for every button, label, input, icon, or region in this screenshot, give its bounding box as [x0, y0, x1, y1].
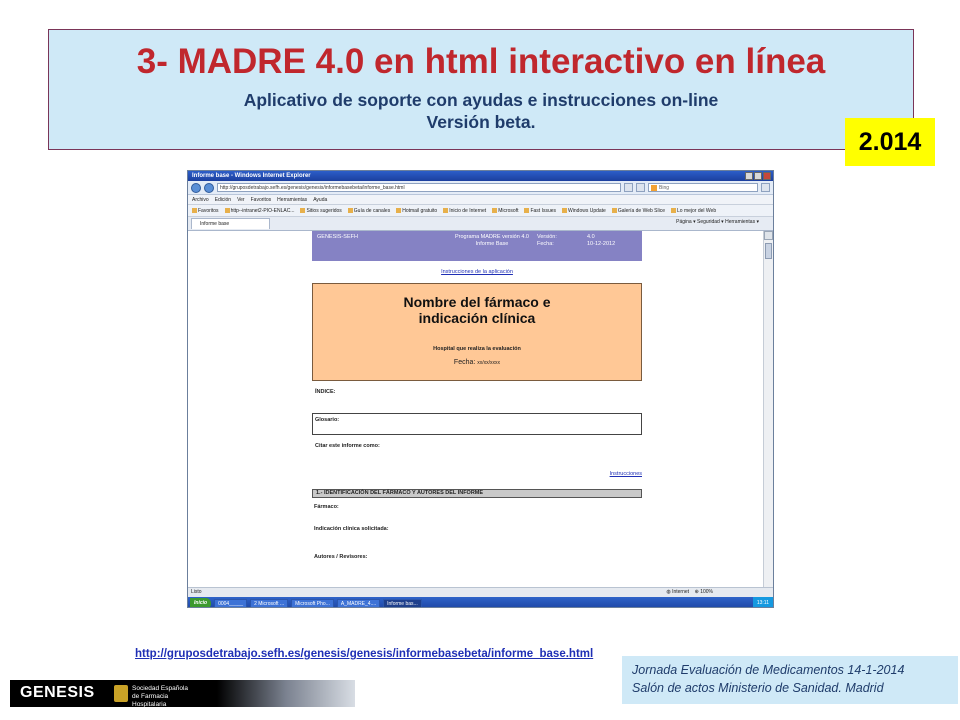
- fav-link[interactable]: Sitios sugeridos: [300, 205, 341, 216]
- fav-link[interactable]: Inicio de Internet: [443, 205, 486, 216]
- menu-edicion[interactable]: Edición: [215, 195, 231, 204]
- date-value: 10-12-2012: [587, 241, 616, 247]
- section-1-header: 1.- IDENTIFICACIÓN DEL FÁRMACO Y AUTORES…: [312, 489, 642, 498]
- search-input[interactable]: Bing: [648, 183, 758, 192]
- favorites-button[interactable]: Favoritos: [192, 205, 219, 216]
- menu-ver[interactable]: Ver: [237, 195, 245, 204]
- taskbar-item[interactable]: 2 Microsoft ...: [250, 598, 289, 607]
- page-content: GENESIS-SEFH Programa MADRE versión 4.0 …: [188, 231, 765, 597]
- zoom-level[interactable]: 100%: [700, 589, 713, 595]
- taskbar-item-active[interactable]: Informe bas...: [383, 598, 422, 607]
- fav-link[interactable]: Hotmail gratuito: [396, 205, 437, 216]
- menu-herramientas[interactable]: Herramientas: [277, 195, 307, 204]
- taskbar-clock: 13:11: [752, 597, 773, 607]
- cover-date-value: xx/xx/xxxx: [477, 360, 501, 366]
- report-org: GENESIS-SEFH: [317, 234, 358, 240]
- version-label: Versión:: [537, 234, 557, 240]
- menu-ayuda[interactable]: Ayuda: [313, 195, 327, 204]
- vertical-scrollbar[interactable]: [763, 231, 773, 597]
- window-title: Informe base - Windows Internet Explorer: [192, 173, 311, 179]
- fav-link[interactable]: Guía de canales: [348, 205, 390, 216]
- sefh-seal-icon: [114, 685, 128, 702]
- menu-bar: Archivo Edición Ver Favoritos Herramient…: [188, 195, 773, 205]
- status-text: Listo: [191, 589, 202, 595]
- drug-title-line1: Nombre del fármaco e: [403, 294, 551, 310]
- index-label: ÍNDICE:: [315, 389, 336, 395]
- forward-icon[interactable]: [204, 182, 214, 193]
- start-button[interactable]: Inicio: [190, 597, 212, 607]
- drug-field-label: Fármaco:: [314, 504, 339, 510]
- cite-label: Citar este informe como:: [315, 443, 380, 449]
- drug-title-line2: indicación clínica: [418, 310, 536, 326]
- event-info-box: Jornada Evaluación de Medicamentos 14-1-…: [622, 656, 958, 704]
- refresh-icon[interactable]: [624, 183, 633, 192]
- minimize-icon[interactable]: [745, 172, 753, 180]
- fav-link[interactable]: Lo mejor del Web: [671, 205, 716, 216]
- indication-field-label: Indicación clínica solicitada:: [314, 526, 389, 532]
- maximize-icon[interactable]: [754, 172, 762, 180]
- event-line-1: Jornada Evaluación de Medicamentos 14-1-…: [632, 663, 905, 677]
- report-page: GENESIS-SEFH Programa MADRE versión 4.0 …: [312, 231, 642, 560]
- window-titlebar: Informe base - Windows Internet Explorer: [188, 171, 773, 181]
- cover-date-label: Fecha:: [453, 359, 476, 366]
- fav-link[interactable]: Galería de Web Slice: [612, 205, 665, 216]
- zone-label: Internet: [672, 589, 690, 595]
- authors-field-label: Autores / Revisores:: [314, 554, 368, 560]
- taskbar: Inicio 0004_____ 2 Microsoft ... Microso…: [188, 597, 773, 607]
- event-line-2: Salón de actos Ministerio de Sanidad. Ma…: [632, 681, 884, 695]
- tab-informe-base[interactable]: Informe base: [191, 218, 271, 229]
- address-input[interactable]: http://gruposdetrabajo.sefh.es/genesis/g…: [217, 183, 621, 192]
- scroll-up-icon[interactable]: [764, 231, 773, 240]
- fav-link[interactable]: Windows Update: [562, 205, 606, 216]
- title-banner: 3- MADRE 4.0 en html interactivo en líne…: [48, 29, 914, 150]
- source-url-link[interactable]: http://gruposdetrabajo.sefh.es/genesis/g…: [135, 648, 593, 660]
- report-meta-labels: Versión: Fecha:: [537, 234, 557, 248]
- taskbar-item[interactable]: Microsoft Pho...: [291, 598, 334, 607]
- scroll-thumb[interactable]: [765, 243, 772, 259]
- glossary-label: Glosario:: [315, 417, 340, 423]
- command-bar[interactable]: Página ▾ Seguridad ▾ Herramientas ▾: [676, 219, 759, 225]
- date-label: Fecha:: [537, 241, 554, 247]
- close-icon[interactable]: [763, 172, 771, 180]
- slide-subtitle-version: Versión beta.: [426, 112, 536, 132]
- window-controls: [745, 172, 771, 180]
- drug-title: Nombre del fármaco e indicación clínica: [313, 294, 641, 326]
- taskbar-item[interactable]: 0004_____: [214, 598, 248, 607]
- fav-link[interactable]: Microsoft: [492, 205, 518, 216]
- report-meta-values: 4.0 10-12-2012: [587, 234, 615, 248]
- genesis-logo-text: GENESIS: [20, 684, 95, 701]
- hospital-label: Hospital que realiza la evaluación: [433, 346, 521, 352]
- status-bar: Listo ◍ Internet ⊕ 100%: [188, 587, 773, 597]
- instructions-link[interactable]: Instrucciones de la aplicación: [312, 269, 642, 275]
- menu-archivo[interactable]: Archivo: [192, 195, 209, 204]
- year-badge: 2.014: [845, 118, 935, 166]
- taskbar-item[interactable]: A_MADRE_4....: [336, 598, 381, 607]
- search-icon[interactable]: [761, 183, 770, 192]
- browser-screenshot: Informe base - Windows Internet Explorer…: [187, 170, 774, 608]
- slide-subtitle: Aplicativo de soporte con ayudas e instr…: [243, 90, 719, 110]
- fav-link[interactable]: http--intranet2-PIO-ENLAC...: [225, 205, 295, 216]
- sefh-org-name: Sociedad Española de Farmacia Hospitalar…: [132, 685, 189, 708]
- slide-title: 3- MADRE 4.0 en html interactivo en líne…: [136, 42, 826, 81]
- slide: 3- MADRE 4.0 en html interactivo en líne…: [0, 0, 960, 720]
- version-value: 4.0: [587, 234, 595, 240]
- genesis-logo-banner: GENESIS Sociedad Española de Farmacia Ho…: [10, 680, 355, 708]
- back-icon[interactable]: [191, 182, 201, 193]
- drug-cover-box: Nombre del fármaco e indicación clínica …: [312, 283, 642, 381]
- cover-date: Fecha: xx/xx/xxxx: [313, 359, 641, 366]
- glossary-box[interactable]: Glosario:: [312, 413, 642, 435]
- report-header: GENESIS-SEFH Programa MADRE versión 4.0 …: [312, 231, 642, 261]
- stop-icon[interactable]: [636, 183, 645, 192]
- status-zone: ◍ Internet ⊕ 100%: [666, 588, 713, 597]
- instructions-link-right[interactable]: Instrucciones: [312, 471, 642, 477]
- menu-favoritos[interactable]: Favoritos: [251, 195, 272, 204]
- fav-link[interactable]: Fast Issues: [524, 205, 556, 216]
- tab-bar: Informe base Página ▾ Seguridad ▾ Herram…: [188, 217, 773, 231]
- favorites-bar: Favoritos http--intranet2-PIO-ENLAC... S…: [188, 205, 773, 217]
- address-bar-row: http://gruposdetrabajo.sefh.es/genesis/g…: [188, 181, 773, 195]
